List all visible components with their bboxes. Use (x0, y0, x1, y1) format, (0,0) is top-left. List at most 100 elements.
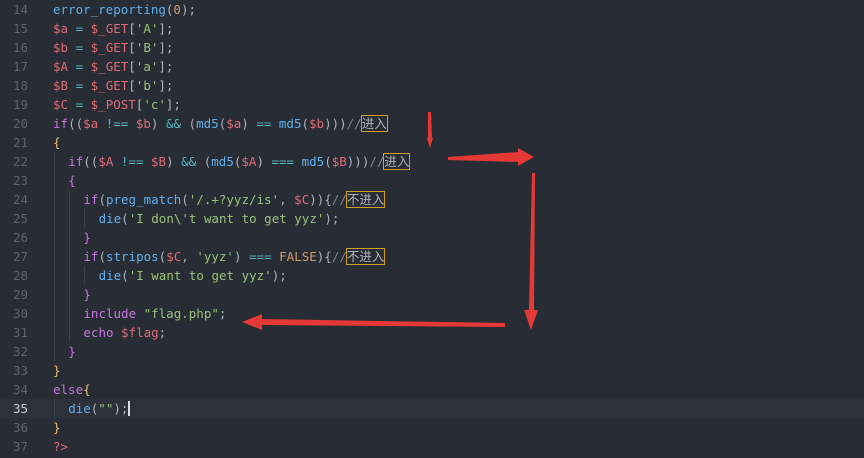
line-number: 15 (12, 21, 28, 36)
code-token: $C (53, 97, 69, 112)
code-text: { (68, 171, 76, 190)
code-token: if (83, 192, 99, 207)
code-token: , (181, 249, 197, 264)
code-token: ){ (316, 249, 332, 264)
code-token: if (83, 249, 99, 264)
code-editor[interactable]: 14 error_reporting(0); 15 $a = $_GET['A']; 1… (0, 0, 864, 458)
code-token: $B (331, 154, 347, 169)
code-token: { (53, 135, 61, 150)
code-text: if(stripos($C, 'yyz') === FALSE){//不进入 (83, 247, 386, 266)
code-token: $a (53, 21, 69, 36)
code-token: ); (113, 401, 129, 416)
code-token: $A (53, 59, 69, 74)
code-line[interactable]: 37 ?> (0, 437, 864, 456)
indent-guide (54, 152, 55, 171)
code-token: ( (181, 116, 197, 131)
code-token: $_GET (90, 78, 129, 93)
line-number: 35 (12, 401, 28, 416)
code-token: ( (324, 154, 332, 169)
line-number: 26 (12, 230, 28, 245)
code-line[interactable]: 36} (0, 418, 864, 437)
code-line[interactable]: 28 die('I want to get yyz'); (0, 266, 864, 285)
code-line[interactable]: 20 if(($a !== $b) && (md5($a) == md5($b))… (0, 114, 864, 133)
code-line[interactable]: 17 $A = $_GET['a']; (0, 57, 864, 76)
line-number: 36 (12, 420, 28, 435)
indent-guide (54, 247, 55, 266)
code-line[interactable]: 25 die('I don\'t want to get yyz'); (0, 209, 864, 228)
code-token: = (68, 40, 91, 55)
code-token: ))) (324, 116, 347, 131)
indent-guide (54, 228, 55, 247)
code-line[interactable]: 21 { (0, 133, 864, 152)
code-line[interactable]: 33} (0, 361, 864, 380)
code-token: ]; (158, 21, 174, 36)
code-text: $B = $_GET['b']; (53, 76, 173, 95)
code-token: echo (83, 325, 114, 340)
line-number: 17 (12, 59, 28, 74)
code-token: = (68, 59, 91, 74)
indent-guide (54, 304, 55, 323)
code-line[interactable]: 23 { (0, 171, 864, 190)
code-text: if(preg_match('/.+?yyz/is', $C)){//不进入 (83, 190, 386, 209)
code-token: { (68, 173, 76, 188)
code-token: { (83, 382, 91, 397)
code-token: md5 (196, 116, 219, 131)
code-token: } (83, 230, 91, 245)
code-token: } (53, 420, 61, 435)
code-line[interactable]: 15 $a = $_GET['A']; (0, 19, 864, 38)
code-token: 'B' (135, 40, 159, 55)
code-line[interactable]: 14 error_reporting(0); (0, 0, 864, 19)
code-line[interactable]: 26} (0, 228, 864, 247)
code-line[interactable]: 35 die(""); (0, 399, 864, 418)
code-token: ( (196, 154, 212, 169)
code-token: stripos (105, 249, 159, 264)
code-token: $C (166, 249, 182, 264)
code-token: 'c' (143, 97, 166, 112)
code-line[interactable]: 30 include "flag.php"; (0, 304, 864, 323)
indent-guide (54, 171, 55, 190)
code-token: ( (98, 249, 106, 264)
code-token: error_reporting (53, 2, 166, 17)
code-token: ) (241, 116, 257, 131)
code-token: 'A' (135, 21, 159, 36)
code-line[interactable]: 32} (0, 342, 864, 361)
code-token: "flag.php" (143, 306, 219, 321)
code-line[interactable]: 22 if(($A !== $B) && (md5($A) === md5($B)… (0, 152, 864, 171)
code-text: ?> (53, 437, 68, 456)
code-line[interactable]: 24 if(preg_match('/.+?yyz/is', $C)){//不进入 (0, 190, 864, 209)
code-line[interactable]: 16 $b = $_GET['B']; (0, 38, 864, 57)
code-text: echo $flag; (83, 323, 166, 342)
code-token: ( (121, 268, 129, 283)
code-token: = (68, 97, 91, 112)
code-line[interactable]: 29} (0, 285, 864, 304)
line-number: 28 (12, 268, 28, 283)
code-token: if (68, 154, 84, 169)
code-token: ]; (158, 78, 174, 93)
code-line[interactable]: 31 echo $flag; (0, 323, 864, 342)
line-number: 29 (12, 287, 28, 302)
code-line[interactable]: 34 else{ (0, 380, 864, 399)
line-number: 21 (12, 135, 28, 150)
code-token: === (271, 154, 295, 169)
code-text: } (83, 228, 91, 247)
code-token: (( (68, 116, 84, 131)
code-token: $flag (121, 325, 159, 340)
indent-guide (69, 285, 71, 304)
indent-guide (69, 247, 71, 266)
code-line[interactable]: 19 $C = $_POST['c']; (0, 95, 864, 114)
code-token: !== (98, 116, 136, 131)
code-token: = (68, 78, 91, 93)
code-line[interactable]: 18 $B = $_GET['b']; (0, 76, 864, 95)
code-token: ?> (53, 439, 69, 454)
code-text: $a = $_GET['A']; (53, 19, 173, 38)
code-line[interactable]: 27 if(stripos($C, 'yyz') === FALSE){//不进入 (0, 247, 864, 266)
code-text: error_reporting(0); (53, 0, 196, 19)
line-number: 20 (12, 116, 28, 131)
code-text: else{ (53, 380, 91, 399)
code-token: ) (166, 154, 182, 169)
code-token: [ (128, 21, 136, 36)
code-text: $C = $_POST['c']; (53, 95, 181, 114)
